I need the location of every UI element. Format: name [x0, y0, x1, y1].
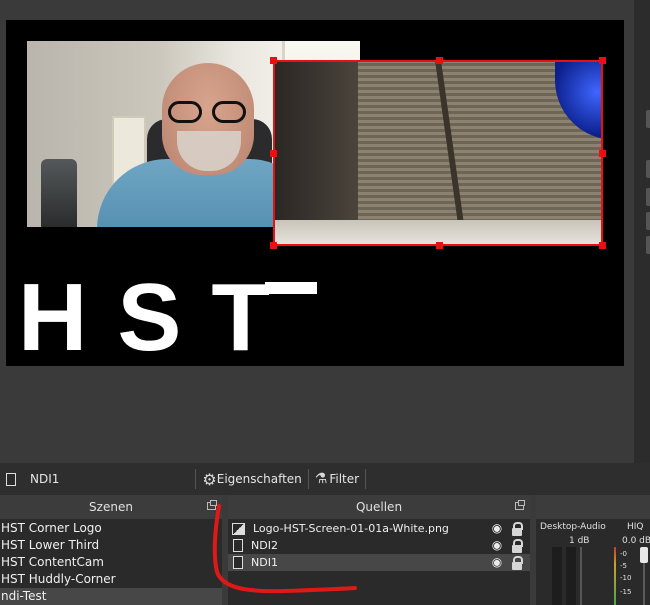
- source-toolbar: NDI1 ⚙ Eigenschaften ⚗ Filter: [0, 463, 650, 495]
- scene-item[interactable]: HST Corner Logo: [0, 520, 222, 537]
- eye-icon[interactable]: ◉: [488, 520, 506, 537]
- document-icon: [6, 472, 16, 486]
- volume-meter: [552, 547, 562, 605]
- gear-icon: ⚙: [202, 469, 217, 489]
- eye-icon[interactable]: ◉: [488, 537, 506, 554]
- red-annotation-stroke: [212, 504, 357, 594]
- filter-button[interactable]: ⚗ Filter: [315, 463, 359, 495]
- mixer-channel-level: 1 dB: [569, 536, 590, 546]
- controls-panel-edge: [634, 0, 650, 463]
- audio-mixer-dock: Desktop-Audio 1 dB HIQ 0.0 dB -0 -5 -10 …: [536, 495, 650, 605]
- lock-icon[interactable]: [512, 521, 523, 536]
- filter-icon: ⚗: [314, 471, 328, 487]
- resize-handle-bottom-right[interactable]: [599, 242, 606, 249]
- selection-bounding-box[interactable]: [270, 57, 606, 249]
- lock-icon[interactable]: [512, 538, 523, 553]
- scene-item[interactable]: HST Huddly-Corner: [0, 571, 222, 588]
- scenes-dock-title: Szenen: [0, 495, 222, 519]
- resize-handle-bottom-left[interactable]: [270, 242, 277, 249]
- selected-source-name: NDI1: [30, 472, 60, 486]
- volume-slider-track[interactable]: [580, 547, 582, 605]
- scene-item[interactable]: HST ContentCam: [0, 554, 222, 571]
- scene-item-selected[interactable]: ndi-Test: [0, 588, 222, 605]
- resize-handle-right[interactable]: [599, 150, 606, 157]
- undock-icon[interactable]: [515, 500, 525, 510]
- volume-meter: [566, 547, 576, 605]
- mixer-channel-name: Desktop-Audio: [540, 522, 606, 532]
- eye-icon[interactable]: ◉: [488, 554, 506, 571]
- mixer-channel-name: HIQ: [627, 522, 644, 532]
- mixer-dock-title: [536, 495, 650, 519]
- properties-button-label: Eigenschaften: [216, 472, 302, 486]
- resize-handle-top[interactable]: [436, 57, 443, 64]
- resize-handle-bottom[interactable]: [436, 242, 443, 249]
- resize-handle-top-right[interactable]: [599, 57, 606, 64]
- preview-canvas[interactable]: HST: [6, 20, 624, 366]
- resize-handle-top-left[interactable]: [270, 57, 277, 64]
- scenes-dock: Szenen HST Corner Logo HST Lower Third H…: [0, 495, 222, 605]
- meter-scale-label: -0: [620, 550, 627, 558]
- hst-logo-text: HST: [18, 264, 300, 366]
- scenes-title-label: Szenen: [89, 500, 133, 514]
- meter-scale-label: -5: [620, 562, 627, 570]
- volume-slider-handle[interactable]: [640, 547, 648, 563]
- volume-slider-track[interactable]: [643, 563, 645, 605]
- selected-source-indicator: NDI1: [6, 463, 59, 495]
- meter-scale-label: -15: [620, 588, 632, 596]
- meter-scale-label: -10: [620, 574, 632, 582]
- resize-handle-left[interactable]: [270, 150, 277, 157]
- properties-button[interactable]: ⚙ Eigenschaften: [202, 463, 301, 495]
- mixer-channel-level: 0.0 dB: [622, 536, 650, 546]
- volume-meter-level: [614, 547, 616, 605]
- scene-item[interactable]: HST Lower Third: [0, 537, 222, 554]
- filter-button-label: Filter: [329, 472, 360, 486]
- hst-logo-bar: [265, 282, 317, 294]
- lock-icon[interactable]: [512, 555, 523, 570]
